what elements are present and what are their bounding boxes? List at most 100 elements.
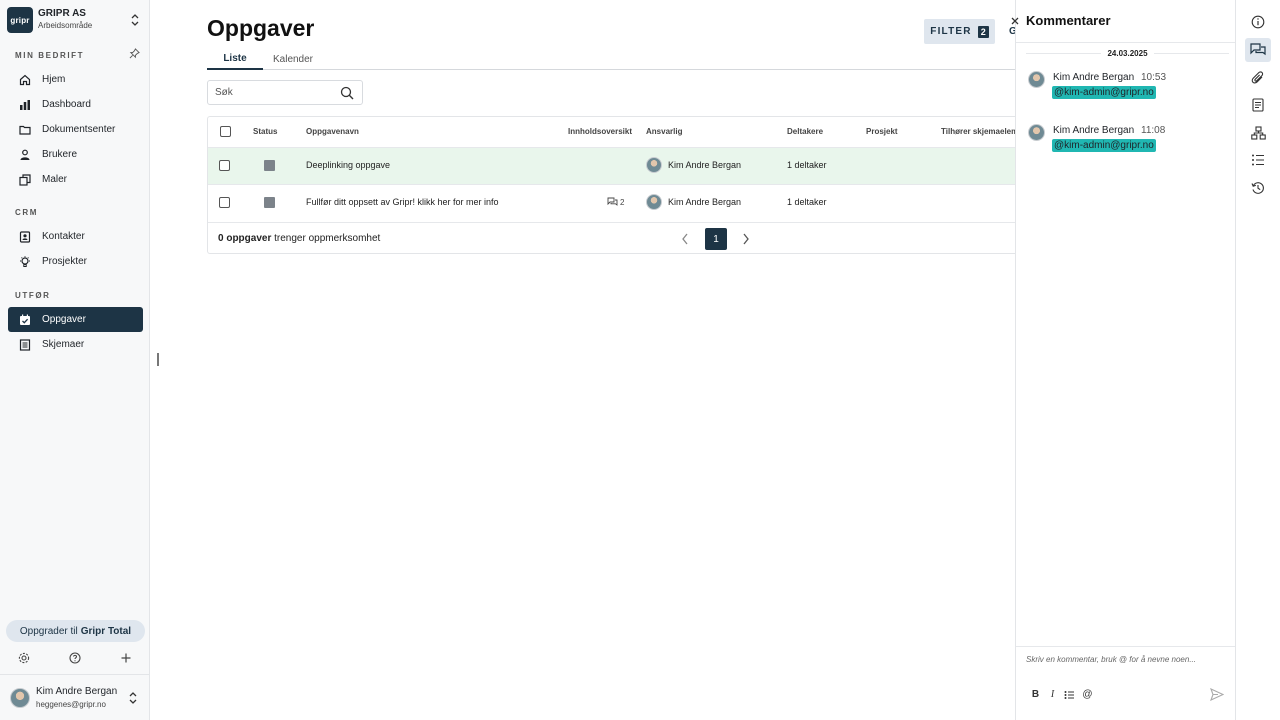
user-name: Kim Andre Bergan [36,686,118,697]
comment-input[interactable] [1026,652,1226,666]
attention-summary: 0 oppgaver trenger oppmerksomhet [218,233,381,244]
workspace-switcher[interactable]: gripr GRIPR AS Arbeidsområde [7,7,143,33]
mention-chip[interactable]: @kim-admin@gripr.no [1052,139,1156,152]
comment-time: 11:08 [1141,125,1166,136]
column-header-responsible[interactable]: Ansvarlig [646,127,682,136]
chevron-left-icon[interactable] [678,231,692,247]
search-box [207,80,363,105]
task-name[interactable]: Deeplinking oppgave [306,160,390,170]
section-label-crm: CRM [15,208,39,217]
tasks-table: Status Oppgavenavn Innholdsoversikt Ansv… [207,116,1016,254]
comment-author: Kim Andre Bergan [1053,72,1135,83]
task-name[interactable]: Fullfør ditt oppsett av Gripr! klikk her… [306,197,499,207]
user-icon [19,149,31,161]
comments-panel: Kommentarer 24.03.2025 Kim Andre Bergan … [1015,0,1235,720]
gear-icon[interactable] [18,652,30,664]
section-label-company: MIN BEDRIFT [15,51,85,60]
attachment-icon[interactable] [1245,66,1271,90]
comment-time: 10:53 [1141,72,1167,83]
gripr-logo: gripr [7,7,33,33]
search-input[interactable] [215,87,335,98]
column-header-name[interactable]: Oppgavenavn [306,127,359,136]
chevron-updown-icon[interactable] [129,13,141,27]
filter-count-badge: 2 [977,25,989,38]
sidebar-item-home[interactable]: Hjem [8,67,143,92]
responsible-cell: Kim Andre Bergan [646,194,741,210]
checklist-icon[interactable] [1245,148,1271,172]
bold-icon[interactable]: B [1030,689,1041,700]
column-header-belongs[interactable]: Tilhører skjemaelemen [941,127,1016,136]
info-icon[interactable] [1245,10,1271,34]
participants-cell: 1 deltaker [787,160,827,170]
avatar [1028,124,1045,141]
chart-icon [19,99,31,111]
user-menu[interactable]: Kim Andre Bergan heggenes@gripr.no [10,686,140,710]
sidebar-item-projects[interactable]: Prosjekter [8,249,143,274]
select-all-checkbox[interactable] [220,126,231,137]
sidebar-item-documents[interactable]: Dokumentsenter [8,117,143,142]
sidebar: gripr GRIPR AS Arbeidsområde MIN BEDRIFT… [0,0,150,720]
column-header-status[interactable]: Status [253,127,277,136]
view-tabs: Liste Kalender [207,49,1016,70]
sidebar-item-dashboard[interactable]: Dashboard [8,92,143,117]
status-indicator [264,160,275,171]
mention-icon[interactable]: @ [1082,689,1093,700]
sidebar-item-contacts[interactable]: Kontakter [8,224,143,249]
close-icon[interactable] [1010,16,1020,26]
section-label-execute: UTFØR [15,291,51,300]
comments-icon [607,197,618,206]
hierarchy-icon[interactable] [1245,121,1271,145]
divider [1016,42,1235,43]
chevron-right-icon[interactable] [739,231,753,247]
column-header-content[interactable]: Innholdsoversikt [568,127,632,136]
right-rail [1235,0,1280,720]
panel-title: Kommentarer [1026,13,1111,28]
sidebar-item-forms[interactable]: Skjemaer [8,332,143,357]
status-indicator [264,197,275,208]
avatar [10,688,30,708]
row-checkbox[interactable] [219,160,230,171]
plus-icon[interactable] [120,652,132,664]
upgrade-button[interactable]: Oppgrader til Gripr Total [6,620,145,642]
sidebar-item-users[interactable]: Brukere [8,142,143,167]
sidebar-item-templates[interactable]: Maler [8,167,143,192]
table-row[interactable]: Deeplinking oppgave Kim Andre Bergan 1 d… [208,147,1016,184]
column-header-project[interactable]: Prosjekt [866,127,898,136]
divider [1016,646,1235,647]
copy-icon [19,173,31,186]
folder-icon [19,124,31,136]
form-icon[interactable] [1245,93,1271,117]
comment-count[interactable]: 2 [607,197,624,207]
send-icon[interactable] [1210,688,1224,701]
mention-chip[interactable]: @kim-admin@gripr.no [1052,86,1156,99]
workspace-subtitle: Arbeidsområde [38,21,93,30]
user-email: heggenes@gripr.no [36,700,106,709]
bullet-list-icon[interactable] [1064,689,1075,700]
participants-cell: 1 deltaker [787,197,827,207]
comment-author: Kim Andre Bergan [1053,125,1135,136]
pin-icon[interactable] [129,48,140,59]
avatar [1028,71,1045,88]
avatar [646,194,662,210]
sidebar-item-tasks[interactable]: Oppgaver [8,307,143,332]
tab-list[interactable]: Liste [207,49,263,70]
date-separator: 24.03.2025 [1026,47,1230,59]
row-checkbox[interactable] [219,197,230,208]
help-icon[interactable] [69,652,81,664]
avatar [646,157,662,173]
filter-button[interactable]: FILTER 2 [924,19,995,44]
tab-calendar[interactable]: Kalender [263,49,323,70]
home-icon [19,74,31,86]
italic-icon[interactable]: I [1047,689,1058,700]
page-button[interactable]: 1 [705,228,727,250]
comments-icon[interactable] [1245,38,1271,62]
table-row[interactable]: Fullfør ditt oppsett av Gripr! klikk her… [208,184,1016,221]
sidebar-resize-handle[interactable] [157,353,159,366]
history-icon[interactable] [1245,176,1271,200]
search-icon[interactable] [340,86,354,100]
chevron-updown-icon[interactable] [127,691,139,705]
calendar-check-icon [19,314,31,326]
column-header-participants[interactable]: Deltakere [787,127,823,136]
bulb-icon [19,255,31,268]
contact-icon [19,230,31,243]
